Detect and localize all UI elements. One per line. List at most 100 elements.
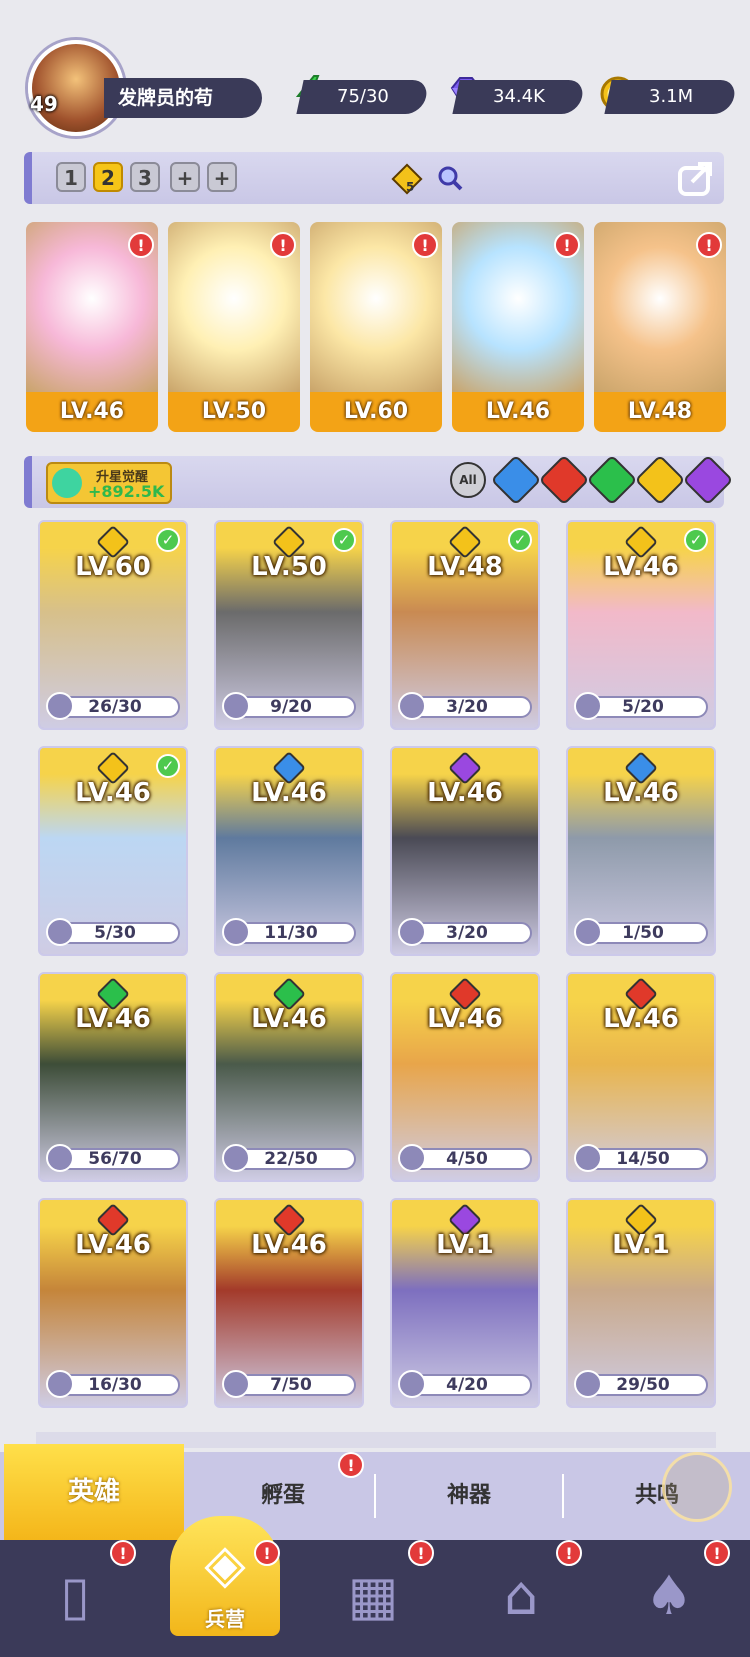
player-name[interactable]: 发牌员的苟 [104,78,262,118]
team-hero-card[interactable]: LV.46! [452,222,584,432]
nav-alert-icon: ! [408,1540,434,1566]
nav-mushroom[interactable]: ♠ [624,1560,714,1640]
nav-label: 兵营 [205,1607,245,1631]
nav-alert-icon: ! [254,1540,280,1566]
team-tab-3[interactable]: 3 [130,162,160,192]
hero-level: LV.50 [168,392,300,432]
hero-card[interactable]: LV.1 29/50 [566,1198,716,1408]
hero-level: LV.60 [75,552,151,582]
hero-card[interactable]: ✓ LV.46 5/20 [566,520,716,730]
player-level: 49 [30,92,58,116]
upgrade-alert-icon: ! [270,232,296,258]
shard-icon [46,918,74,946]
team-hero-card[interactable]: LV.50! [168,222,300,432]
hero-level: LV.46 [26,392,158,432]
in-team-check-icon: ✓ [508,528,532,552]
hero-card[interactable]: LV.46 16/30 [38,1198,188,1408]
hero-card[interactable]: LV.46 22/50 [214,972,364,1182]
team-add-slot-1[interactable]: + [170,162,200,192]
hero-card[interactable]: ✓ LV.50 9/20 [214,520,364,730]
hero-card[interactable]: LV.46 3/20 [390,746,540,956]
shard-icon [574,1370,602,1398]
in-team-check-icon: ✓ [332,528,356,552]
team-hero-card[interactable]: LV.60! [310,222,442,432]
hero-level: LV.46 [603,1004,679,1034]
tab-heroes[interactable]: 英雄 [4,1444,184,1540]
temple-icon: ⌂ [503,1564,539,1627]
hero-level: LV.46 [75,778,151,808]
nav-barracks[interactable]: ◈ 兵营 [170,1516,280,1636]
search-icon[interactable] [436,164,464,192]
hero-level: LV.1 [436,1230,494,1260]
nav-map[interactable]: ▦ [328,1560,418,1640]
hero-level: LV.46 [427,1004,503,1034]
hero-level: LV.1 [612,1230,670,1260]
team-selector-bar [24,152,724,204]
hero-card[interactable]: ✓ LV.46 5/30 [38,746,188,956]
shard-icon [222,1144,250,1172]
hero-level: LV.46 [452,392,584,432]
hero-level: LV.46 [75,1004,151,1034]
shard-icon [574,918,602,946]
nav-alert-icon: ! [556,1540,582,1566]
in-team-check-icon: ✓ [156,754,180,778]
share-icon[interactable] [674,156,718,200]
hero-level: LV.48 [427,552,503,582]
team-tab-2[interactable]: 2 [93,162,123,192]
hero-level: LV.46 [251,1230,327,1260]
hero-level: LV.46 [427,778,503,808]
shard-icon [46,1144,74,1172]
shard-icon [574,1144,602,1172]
in-team-check-icon: ✓ [156,528,180,552]
team-power-badge: 5 [406,180,415,194]
nav-alert-icon: ! [110,1540,136,1566]
hero-card[interactable]: LV.46 14/50 [566,972,716,1182]
nav-alert-icon: ! [704,1540,730,1566]
team-add-slot-2[interactable]: + [207,162,237,192]
gem-counter: 34.4K [452,80,586,114]
cards-icon: ▯ [60,1564,90,1627]
hero-level: LV.46 [75,1230,151,1260]
shard-icon [222,918,250,946]
hero-level: LV.60 [310,392,442,432]
tab-artifact[interactable]: 神器 [376,1452,562,1540]
hero-level: LV.46 [603,552,679,582]
energy-counter: 75/30 [296,80,430,114]
hero-card[interactable]: LV.46 7/50 [214,1198,364,1408]
shard-icon [398,1370,426,1398]
awaken-button[interactable]: 升星觉醒 +892.5K [46,462,172,504]
hero-card[interactable]: LV.46 11/30 [214,746,364,956]
mushroom-icon: ♠ [644,1564,694,1627]
upgrade-alert-icon: ! [554,232,580,258]
shard-icon [222,1370,250,1398]
hero-level: LV.46 [603,778,679,808]
shard-icon [398,1144,426,1172]
awaken-icon [52,468,82,498]
team-tab-1[interactable]: 1 [56,162,86,192]
hero-card[interactable]: LV.1 4/20 [390,1198,540,1408]
filter-all-icon[interactable]: All [450,462,486,498]
shard-icon [46,692,74,720]
shard-icon [398,918,426,946]
shard-icon [46,1370,74,1398]
shard-icon [222,692,250,720]
hero-card[interactable]: LV.46 4/50 [390,972,540,1182]
nav-cards[interactable]: ▯ [30,1560,120,1640]
team-hero-card[interactable]: LV.46! [26,222,158,432]
hero-card[interactable]: LV.46 1/50 [566,746,716,956]
upgrade-alert-icon: ! [412,232,438,258]
upgrade-alert-icon: ! [128,232,154,258]
map-icon: ▦ [347,1564,399,1627]
hero-card[interactable]: LV.46 56/70 [38,972,188,1182]
hero-card[interactable]: ✓ LV.60 26/30 [38,520,188,730]
floating-assist-button[interactable] [662,1452,732,1522]
hero-card[interactable]: ✓ LV.48 3/20 [390,520,540,730]
nav-temple[interactable]: ⌂ [476,1560,566,1640]
team-hero-card[interactable]: LV.48! [594,222,726,432]
shard-icon [398,692,426,720]
hero-level: LV.50 [251,552,327,582]
in-team-check-icon: ✓ [684,528,708,552]
hatch-alert-icon: ! [338,1452,364,1478]
hero-level: LV.46 [251,778,327,808]
hero-level: LV.48 [594,392,726,432]
